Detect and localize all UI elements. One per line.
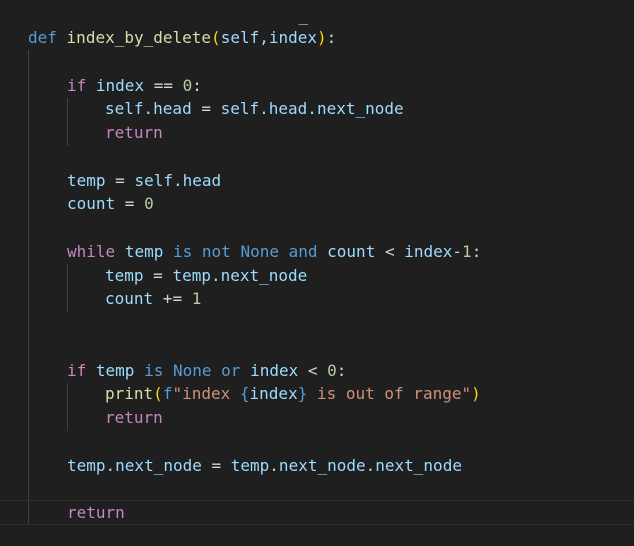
- code-line-head-assign: self.head = self.head.next_node: [105, 99, 404, 118]
- code-editor[interactable]: _ def index_by_delete(self,index): if in…: [0, 0, 634, 546]
- code-line-count-increment: count += 1: [105, 289, 202, 308]
- indent-guide-if2: [67, 383, 68, 431]
- code-line-count-assign: count = 0: [67, 194, 154, 213]
- code-line-return-2: return: [105, 408, 163, 427]
- code-line-if-index-zero: if index == 0:: [67, 76, 202, 95]
- code-line-print: print(f"index {index} is out of range"): [105, 384, 481, 403]
- code-line-return-3: return: [67, 503, 125, 522]
- code-line-def: def index_by_delete(self,index):: [28, 28, 337, 47]
- code-line-unlink-node: temp.next_node = temp.next_node.next_nod…: [67, 456, 462, 475]
- code-line-temp-next: temp = temp.next_node: [105, 266, 308, 285]
- indent-guide-while: [67, 264, 68, 312]
- indent-guide-level1: [28, 50, 29, 525]
- code-line-partial-top: _: [298, 6, 309, 25]
- code-line-return-1: return: [105, 123, 163, 142]
- code-line-temp-assign: temp = self.head: [67, 171, 222, 190]
- code-line-while: while temp is not None and count < index…: [67, 242, 482, 261]
- indent-guide-if1: [67, 98, 68, 146]
- code-line-if-range-check: if temp is None or index < 0:: [67, 361, 347, 380]
